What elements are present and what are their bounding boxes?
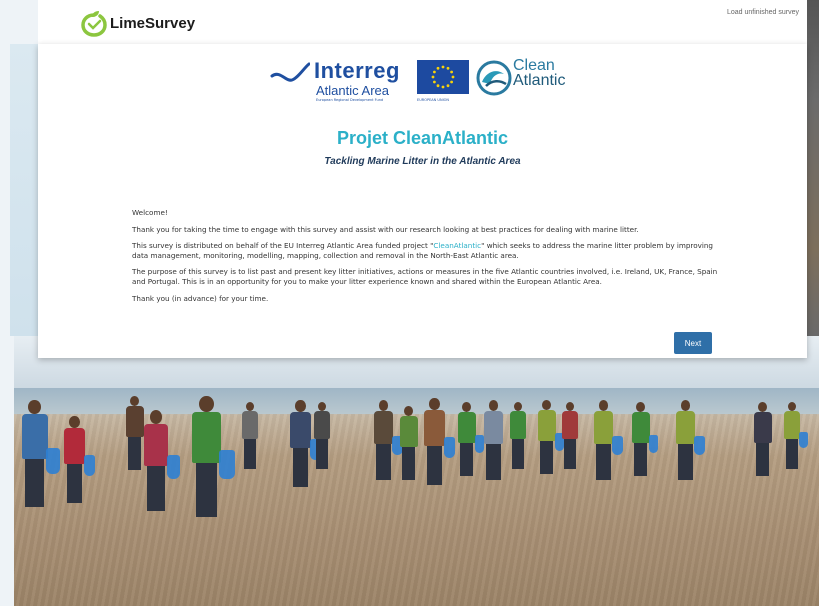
partner-logos: Interreg Atlantic Area European Regional…	[270, 54, 590, 106]
cleanatlantic-link[interactable]: CleanAtlantic	[433, 241, 481, 250]
paragraph-2-start: This survey is distributed on behalf of …	[132, 241, 434, 251]
intro-paragraph-4: Thank you (in advance) for your time.	[132, 293, 269, 303]
person-body	[784, 411, 800, 439]
person-head	[295, 400, 306, 412]
person-body	[632, 411, 650, 443]
litter-bag	[83, 455, 96, 476]
person-head	[598, 400, 609, 411]
person-body	[314, 411, 330, 439]
person-body	[126, 405, 144, 437]
person-legs	[678, 444, 693, 481]
person-body	[458, 411, 476, 443]
person-head	[514, 402, 522, 411]
person-legs	[540, 440, 554, 474]
litter-bag	[474, 435, 485, 453]
person-head	[429, 398, 440, 410]
person-legs	[147, 465, 165, 511]
person-legs	[195, 462, 218, 517]
person-legs	[128, 436, 142, 470]
person-head	[378, 400, 389, 411]
lime-icon	[81, 11, 107, 37]
person-legs	[564, 439, 576, 469]
interreg-swoosh-icon	[270, 62, 310, 82]
person-legs	[244, 439, 256, 469]
person-body	[374, 410, 394, 445]
person-body	[754, 411, 772, 443]
litter-bag	[694, 436, 705, 456]
litter-bag	[166, 455, 180, 479]
person-legs	[756, 442, 770, 476]
litter-bag	[799, 432, 808, 448]
litter-bag	[219, 450, 236, 479]
person-body	[676, 410, 696, 445]
next-button[interactable]: Next	[674, 332, 712, 354]
person-body	[562, 411, 578, 439]
person-head	[150, 410, 162, 424]
intro-paragraph-3: The purpose of this survey is to list pa…	[132, 267, 718, 286]
person-head	[566, 402, 574, 411]
person-legs	[402, 446, 416, 480]
background-left-strip	[10, 44, 38, 336]
eu-flag-icon	[417, 60, 469, 94]
person-legs	[66, 464, 83, 504]
person-legs	[292, 448, 309, 488]
survey-subtitle: Tackling Marine Litter in the Atlantic A…	[324, 156, 521, 167]
person-body	[144, 423, 168, 466]
eu-label: EUROPEAN UNION	[417, 98, 449, 102]
person-head	[680, 400, 691, 411]
interreg-area: Atlantic Area	[316, 83, 389, 98]
person-legs	[376, 444, 391, 481]
person-head	[488, 400, 499, 411]
person-body	[242, 411, 258, 439]
limesurvey-logo[interactable]: LimeSurvey	[80, 10, 196, 37]
top-bar: LimeSurvey Load unfinished survey	[38, 0, 807, 44]
person-body	[424, 409, 445, 447]
person-legs	[634, 442, 648, 476]
litter-bag	[46, 448, 61, 474]
person-body	[192, 412, 221, 463]
welcome-heading: Welcome!	[132, 208, 168, 217]
interreg-fund: European Regional Development Fund	[316, 98, 384, 102]
person-body	[538, 409, 556, 441]
clean-atlantic-wave-icon	[476, 60, 512, 96]
background-right-strip	[807, 0, 819, 336]
person-body	[510, 411, 526, 439]
person-head	[318, 402, 326, 411]
interreg-name: Interreg	[314, 58, 400, 83]
atlantic-word: Atlantic	[513, 72, 566, 89]
person-body	[64, 427, 85, 465]
person-legs	[786, 439, 798, 469]
person-head	[788, 402, 796, 411]
person-legs	[426, 446, 443, 486]
person-legs	[512, 439, 524, 469]
person-body	[484, 410, 504, 445]
litter-bag	[612, 436, 623, 456]
brand-name: LimeSurvey	[110, 14, 196, 32]
load-unfinished-survey-link[interactable]: Load unfinished survey	[727, 9, 799, 16]
person-head	[199, 396, 214, 413]
person-body	[22, 414, 48, 460]
person-head	[246, 402, 254, 411]
survey-title: Projet CleanAtlantic	[336, 128, 509, 148]
intro-paragraph-2: This survey is distributed on behalf of …	[132, 241, 722, 260]
person-body	[594, 410, 614, 445]
welcome-text: Welcome! Thank you for taking the time t…	[132, 208, 722, 310]
person-head	[69, 416, 80, 428]
person-body	[290, 411, 311, 449]
beach-cleanup-photo	[14, 336, 819, 606]
person-legs	[596, 444, 611, 481]
person-legs	[25, 459, 45, 508]
intro-paragraph-1: Thank you for taking the time to engage …	[132, 224, 639, 234]
person-legs	[460, 442, 474, 476]
person-body	[400, 415, 418, 447]
litter-bag	[443, 437, 456, 458]
person-legs	[486, 444, 501, 481]
survey-card: Interreg Atlantic Area European Regional…	[38, 44, 807, 358]
person-legs	[316, 439, 328, 469]
litter-bag	[648, 435, 659, 453]
